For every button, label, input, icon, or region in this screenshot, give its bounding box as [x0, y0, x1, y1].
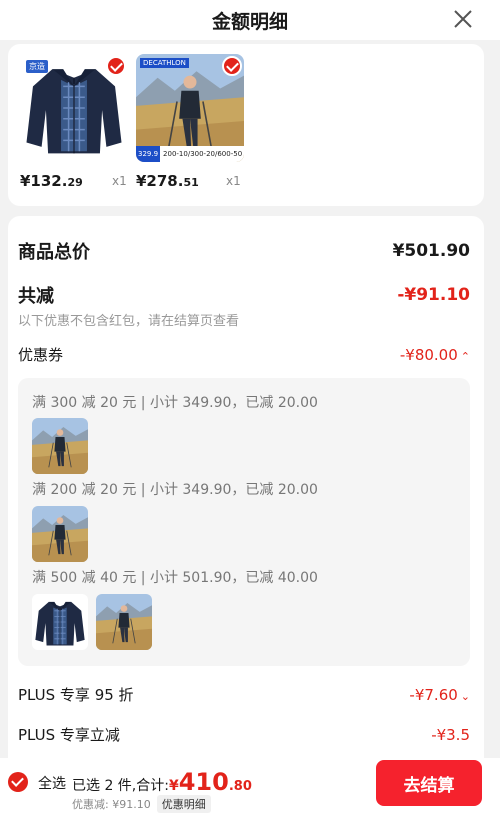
item-thumb-hiker: [32, 418, 88, 474]
coupon-group-items: [32, 418, 88, 474]
item-thumb-jacket: [32, 594, 88, 650]
product-price: ¥132.29: [20, 172, 83, 190]
coupon-value: -¥80.00 ⌃: [399, 345, 470, 364]
plus-discount-label: PLUS 专享 95 折: [18, 686, 134, 704]
coupon-group-title: 满 200 减 20 元 | 小计 349.90，已减 20.00: [32, 482, 318, 498]
coupon-details: 满 300 减 20 元 | 小计 349.90，已减 20.00 满 200 …: [18, 378, 470, 666]
close-icon[interactable]: [450, 6, 476, 32]
plus-reduce-label: PLUS 专享立减: [18, 726, 120, 744]
product-quantity: x1: [112, 174, 127, 188]
product-image-hiker: DECATHLON 329.9 200-10/300-20/600-50: [136, 54, 244, 162]
selection-summary: 已选 2 件,合计:¥410.80: [72, 768, 252, 796]
total-label: 商品总价: [18, 242, 90, 263]
check-icon[interactable]: [222, 56, 242, 76]
page-title: 金额明细: [211, 10, 288, 33]
product-quantity: x1: [226, 174, 241, 188]
checkout-button[interactable]: 去结算: [376, 760, 482, 806]
discount-summary: 优惠减: ¥91.10 优惠明细: [72, 795, 211, 813]
total-row: 商品总价 ¥501.90: [18, 238, 470, 264]
product-item[interactable]: 京造 ¥132.29 x1: [20, 54, 128, 190]
plus-reduce-value: -¥3.5: [431, 725, 470, 744]
plus-discount-value: -¥7.60 ⌄: [409, 685, 470, 704]
coupon-row[interactable]: 优惠券 -¥80.00 ⌃: [18, 344, 470, 365]
total-amount-dec: .80: [228, 779, 252, 794]
header: 金额明细: [0, 0, 500, 40]
brand-badge: DECATHLON: [140, 58, 189, 68]
total-value: ¥501.90: [392, 241, 470, 261]
coupon-group-title: 满 300 减 20 元 | 小计 349.90，已减 20.00: [32, 395, 318, 411]
total-currency: ¥: [168, 778, 179, 794]
product-price: ¥278.51: [136, 172, 199, 190]
check-icon[interactable]: [8, 772, 28, 792]
discount-detail-link[interactable]: 优惠明细: [156, 795, 211, 813]
coupon-group-items: [32, 506, 88, 562]
coupon-group-title: 满 500 减 40 元 | 小计 501.90，已减 40.00: [32, 570, 318, 586]
discount-amount: 优惠减: ¥91.10: [72, 798, 151, 811]
product-item[interactable]: DECATHLON 329.9 200-10/300-20/600-50 ¥27…: [136, 54, 244, 190]
item-thumb-hiker: [96, 594, 152, 650]
brand-badge: 京造: [26, 60, 48, 73]
total-amount-int: 410: [178, 768, 229, 796]
chevron-down-icon: ⌄: [460, 689, 470, 703]
product-image-jacket: 京造: [20, 54, 128, 162]
coupon-label: 优惠券: [18, 346, 64, 364]
select-all-label[interactable]: 全选: [38, 773, 66, 793]
reduce-value: -¥91.10: [397, 285, 470, 305]
chevron-up-icon: ⌃: [460, 349, 470, 363]
plus-reduce-row: PLUS 专享立减 -¥3.5: [18, 724, 470, 745]
reduce-row: 共减 -¥91.10: [18, 282, 470, 308]
check-icon[interactable]: [106, 56, 126, 76]
reduce-label: 共减: [18, 286, 54, 307]
selected-count: 已选 2 件,合计:: [72, 778, 169, 794]
price-details: 商品总价 ¥501.90 共减 -¥91.10 以下优惠不包含红包，请在结算页查…: [8, 216, 484, 776]
item-thumb-hiker: [32, 506, 88, 562]
plus-discount-row[interactable]: PLUS 专享 95 折 -¥7.60 ⌄: [18, 684, 470, 705]
discount-note: 以下优惠不包含红包，请在结算页查看: [18, 314, 240, 329]
product-list: 京造 ¥132.29 x1 DECATHLON 329.9 200-10/300…: [8, 44, 484, 206]
promo-strip: 329.9 200-10/300-20/600-50: [136, 146, 244, 162]
checkout-bar: 全选 已选 2 件,合计:¥410.80 优惠减: ¥91.10 优惠明细 去结算: [0, 758, 500, 819]
coupon-group-items: [32, 594, 152, 650]
